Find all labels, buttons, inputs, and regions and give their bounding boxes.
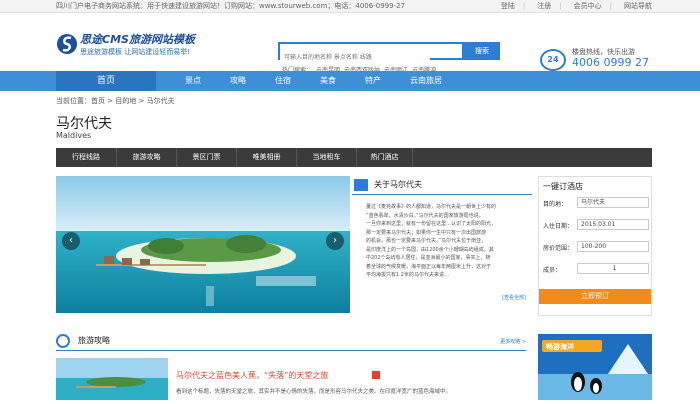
rooms-stepper[interactable]: 1 <box>577 263 649 274</box>
slider-next-arrow-icon[interactable]: › <box>326 232 344 250</box>
city-label: 目的地： <box>543 201 568 208</box>
about-more-link[interactable]: [查看全部] <box>502 294 526 301</box>
nav-item-guides[interactable]: 攻略 <box>230 71 246 91</box>
subnav-album[interactable]: 唯美相册 <box>237 148 297 167</box>
list-icon <box>354 179 368 191</box>
nav-item-food[interactable]: 美食 <box>320 71 336 91</box>
header: 思途CMS旅游网站模板 思途旅游模板 让网站建设轻而易举! 搜索 热门搜索：云南… <box>0 13 700 74</box>
booking-title: 一键订酒店 <box>543 182 583 191</box>
more-guides-link[interactable]: 更多攻略 > <box>500 338 526 345</box>
search-button[interactable]: 搜索 <box>464 42 500 60</box>
article-title[interactable]: 马尔代夫之蓝色美人蕉，“失落”的天堂之旅 <box>176 370 328 381</box>
checkin-date-field[interactable]: 2015.03.01 <box>577 219 649 230</box>
service-phone: 4006 0999 27 <box>572 56 649 69</box>
top-bar: 四川门户电子商务网站系统：用于快速建设旅游网站！订购网站：www.stourwe… <box>0 0 700 13</box>
search-input[interactable] <box>280 50 430 65</box>
about-title: 关于马尔代夫 <box>374 180 422 189</box>
main-nav: 首页 景点 攻略 住宿 美食 特产 云南旅居 <box>0 71 700 91</box>
top-notice: 四川门户电子商务网站系统：用于快速建设旅游网站！订购网站：www.stourwe… <box>56 2 405 10</box>
destination-name: 马尔代夫 <box>56 116 112 132</box>
nav-item-specialty[interactable]: 特产 <box>365 71 381 91</box>
breadcrumb: 当前位置：首页 > 目的地 > 马尔代夫 <box>56 97 175 105</box>
price-label: 房价范围： <box>543 245 574 252</box>
subnav-guides[interactable]: 旅游攻略 <box>117 148 177 167</box>
subnav-routes[interactable]: 行程线路 <box>56 148 117 167</box>
nav-item-yunnan[interactable]: 云南旅居 <box>410 71 442 91</box>
price-range-select[interactable]: 100-200 <box>577 241 649 252</box>
nav-item-scenic[interactable]: 景点 <box>185 71 201 91</box>
checkin-label: 入住日期： <box>543 223 574 230</box>
about-header: 关于马尔代夫 <box>352 176 532 195</box>
about-line: 一旦你来到这里，就有一份留在这里…认识了太阳的阳光， <box>366 221 497 227</box>
top-links: 登陆 | 注册 | 会员中心 | 网站导航 <box>500 0 652 12</box>
login-link[interactable]: 登陆 <box>501 0 515 12</box>
about-line: 的机会，那也一定要来马尔代夫。”马尔代夫位于南亚， <box>366 238 487 244</box>
about-destination: 关于马尔代夫 董过《麦芫故事》的人都知道，马尔代夫是一朝世上少有的 “蓝色翡翠，… <box>352 176 532 313</box>
compass-icon <box>56 334 70 348</box>
about-line: “蓝色翡翠，水清沙白。”马尔代夫的国家旅游局也说， <box>366 212 484 219</box>
about-line: 是印度洋上的一个岛国，由1200余个小珊瑚岛屿组成，其 <box>366 246 494 253</box>
logo-icon <box>57 34 77 54</box>
brand-slogan: 思途旅游模板 让网站建设轻而易举! <box>80 48 191 56</box>
destination-subnav: 行程线路 旅游攻略 景区门票 唯美相册 当地租车 热门酒店 <box>56 148 652 167</box>
about-line: 那一定要来马尔代夫；如果你一生中只有一次出国旅游 <box>366 229 487 236</box>
rooms-label: 成员： <box>543 267 562 274</box>
travel-guides-title: 旅游攻略 <box>78 336 110 345</box>
ad-banner[interactable]: 畅游海洋 <box>538 334 652 400</box>
subnav-tickets[interactable]: 景区门票 <box>177 148 237 167</box>
service-24h-icon: 24 <box>540 49 566 71</box>
maldives-photo <box>56 176 350 313</box>
travel-guides-section: 旅游攻略 更多攻略 > <box>56 331 526 351</box>
nav-item-hotels[interactable]: 住宿 <box>275 71 291 91</box>
hotel-booking-widget: 一键订酒店 目的地： 马尔代夫 入住日期： 2015.03.01 房价范围： 1… <box>538 176 652 316</box>
guide-article[interactable]: 马尔代夫之蓝色美人蕉，“失落”的天堂之旅 看到这个标题，失落的天堂之旅，其实并不… <box>56 356 526 400</box>
article-image <box>56 358 168 400</box>
destination-title: 马尔代夫 Maldives <box>56 113 112 140</box>
subnav-hotels[interactable]: 热门酒店 <box>357 148 413 167</box>
ad-text: 畅游海洋 <box>546 343 574 351</box>
slider-prev-arrow-icon[interactable]: ‹ <box>62 232 80 250</box>
book-now-button[interactable]: 立即预订 <box>539 289 651 304</box>
article-excerpt: 看到这个标题，失落的天堂之旅，其实并不是心情的失落，而是形容马尔代夫之美。在印度… <box>176 389 452 395</box>
subnav-car-rental[interactable]: 当地租车 <box>297 148 357 167</box>
site-nav-link[interactable]: 网站导航 <box>624 0 652 12</box>
brand-title: 思途CMS旅游网站模板 <box>80 33 195 46</box>
search-box <box>278 42 464 65</box>
about-text: 董过《麦芫故事》的人都知道，马尔代夫是一朝世上少有的 “蓝色翡翠，水清沙白。”马… <box>366 203 528 280</box>
hot-tag-icon <box>372 371 380 379</box>
member-center-link[interactable]: 会员中心 <box>574 0 602 12</box>
nav-item-home[interactable]: 首页 <box>56 71 156 91</box>
photo-slider[interactable]: ‹ › <box>56 176 350 313</box>
about-line: 中202个岛屿有人居住，是亚洲最小的国家，事实上，随 <box>366 255 491 261</box>
about-line: 着全球的气候变暖，海平面正以每年两厘米上升，这对于 <box>366 263 492 270</box>
about-line: 平均海拔只有1.2米的马尔代夫来说… <box>366 272 449 278</box>
about-line: 董过《麦芫故事》的人都知道，马尔代夫是一朝世上少有的 <box>366 204 497 210</box>
city-field[interactable]: 马尔代夫 <box>577 197 649 208</box>
site-logo[interactable]: 思途CMS旅游网站模板 思途旅游模板 让网站建设轻而易举! <box>56 30 206 64</box>
register-link[interactable]: 注册 <box>537 0 551 12</box>
article-thumbnail[interactable] <box>56 358 168 400</box>
